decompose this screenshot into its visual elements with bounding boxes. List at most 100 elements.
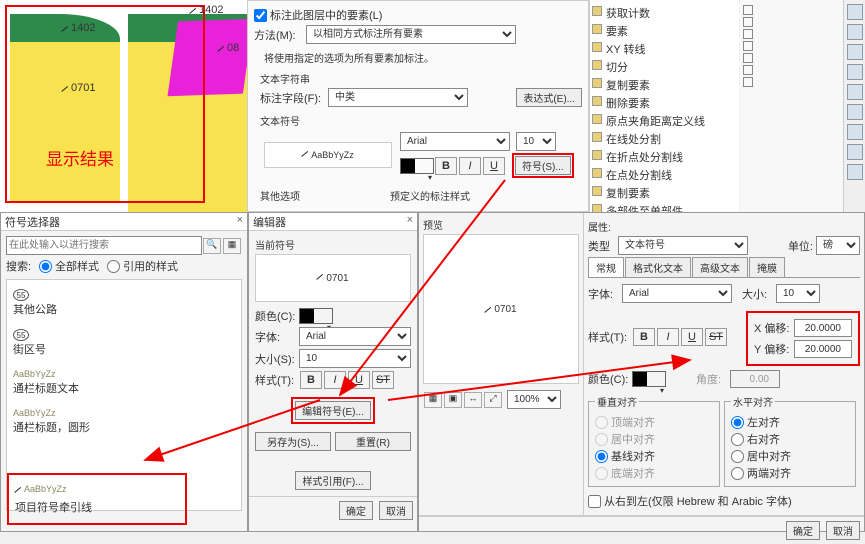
style-thumb: AaBbYyZz <box>13 408 56 418</box>
tree-item[interactable]: 在点处分割线 <box>592 166 737 184</box>
bold-button[interactable]: B <box>435 157 457 175</box>
halign-header: 水平对齐 <box>731 394 775 409</box>
style-thumb: 55 <box>13 289 29 301</box>
font-select[interactable]: Arial <box>299 327 411 346</box>
tree-item[interactable]: XY 转线 <box>592 40 737 58</box>
style-thumb: AaBbYyZz <box>13 369 56 379</box>
cancel-button[interactable]: 取消 <box>379 501 413 520</box>
cancel-button[interactable]: 取消 <box>826 521 860 540</box>
current-symbol-panel: 编辑器× 当前符号 0701 颜色(C):▾ 字体:Arial 大小(S):10… <box>248 212 418 532</box>
y-offset-input[interactable] <box>794 340 852 358</box>
method-select[interactable]: 以相同方式标注所有要素 <box>306 25 516 44</box>
underline-button[interactable]: U <box>483 157 505 175</box>
tab-general[interactable]: 常规 <box>588 257 624 277</box>
tree-item[interactable]: 在折点处分割线 <box>592 148 737 166</box>
reset-button[interactable]: 重置(R) <box>335 432 411 451</box>
sample-text: AaBbYyZz <box>311 150 354 160</box>
tree-item[interactable]: 删除要素 <box>592 94 737 112</box>
preview-header: 预览 <box>423 217 579 232</box>
halign-right[interactable] <box>731 433 744 446</box>
symbol-button[interactable]: 符号(S)... <box>515 156 571 175</box>
type-select[interactable]: 文本符号 <box>618 236 748 255</box>
tool-tree: 获取计数 要素 XY 转线 切分 复制要素 删除要素 原点夹角距离定义线 在线处… <box>589 0 739 212</box>
result-highlight <box>5 5 205 203</box>
color-swatch[interactable]: ▾ <box>299 308 333 324</box>
map-label: 1402 <box>190 4 223 16</box>
view-icon[interactable]: ▦ <box>223 238 241 254</box>
preview-tool[interactable]: ⤢ <box>484 392 502 408</box>
size-select[interactable]: 10 <box>516 132 556 151</box>
other-options-header: 其他选项 <box>260 188 390 203</box>
rtl-label: 从右到左(仅限 Hebrew 和 Arabic 字体) <box>604 493 792 509</box>
search-icon[interactable]: 🔍 <box>203 238 221 254</box>
font-select[interactable]: Arial <box>400 132 510 151</box>
bold-button[interactable]: B <box>300 371 322 389</box>
tree-item[interactable]: 切分 <box>592 58 737 76</box>
tree-item[interactable]: 要素 <box>592 22 737 40</box>
tab-format[interactable]: 格式化文本 <box>625 257 691 277</box>
color-swatch[interactable]: ▾ <box>632 371 666 387</box>
valign-header: 垂直对齐 <box>595 394 639 409</box>
strike-button[interactable]: ST <box>372 371 394 389</box>
halign-center[interactable] <box>731 450 744 463</box>
label-layer-text: 标注此图层中的要素(L) <box>270 7 382 23</box>
map-label: 0701 <box>62 82 95 94</box>
ok-button[interactable]: 确定 <box>786 521 820 540</box>
tree-item[interactable]: 原点夹角距离定义线 <box>592 112 737 130</box>
italic-button[interactable]: I <box>324 371 346 389</box>
preview-tool[interactable]: ↔ <box>464 392 482 408</box>
label-field-select[interactable]: 中类 <box>328 88 468 107</box>
panel-title: 编辑器 <box>253 214 286 229</box>
size-select[interactable]: 10 <box>299 349 411 368</box>
font-label: 字体: <box>588 286 622 302</box>
valign-base[interactable] <box>595 450 608 463</box>
tree-item[interactable]: 复制要素 <box>592 76 737 94</box>
edit-symbol-button[interactable]: 编辑符号(E)... <box>295 401 371 420</box>
valign-bot <box>595 467 608 480</box>
style-name: 街区号 <box>13 341 235 357</box>
tree-item[interactable]: 复制要素 <box>592 184 737 202</box>
underline-button[interactable]: U <box>681 328 703 346</box>
underline-button[interactable]: U <box>348 371 370 389</box>
label-layer-checkbox[interactable] <box>254 9 267 22</box>
color-swatch[interactable]: ▾ <box>400 158 434 174</box>
ok-button[interactable]: 确定 <box>339 501 373 520</box>
x-offset-input[interactable] <box>794 319 852 337</box>
close-icon[interactable]: × <box>237 214 243 229</box>
valign-mid <box>595 433 608 446</box>
preview-tool[interactable]: ▣ <box>444 392 462 408</box>
rtl-checkbox[interactable] <box>588 495 601 508</box>
italic-button[interactable]: I <box>459 157 481 175</box>
toolbar-vertical <box>843 0 865 212</box>
search-input[interactable] <box>6 236 202 255</box>
halign-justify[interactable] <box>731 467 744 480</box>
font-label: 字体: <box>255 329 299 345</box>
all-styles-radio[interactable] <box>39 260 52 273</box>
close-icon[interactable]: × <box>407 214 413 229</box>
strike-button[interactable]: ST <box>705 328 727 346</box>
tree-item[interactable]: 在线处分割 <box>592 130 737 148</box>
map-canvas: 1402 1402 08 0701 显示结果 <box>0 0 247 212</box>
tree-item[interactable]: 获取计数 <box>592 4 737 22</box>
font-select[interactable]: Arial <box>622 284 732 303</box>
label-field-label: 标注字段(F): <box>260 90 328 106</box>
italic-button[interactable]: I <box>657 328 679 346</box>
map-label: 08 <box>218 42 239 54</box>
ref-styles-radio[interactable] <box>107 260 120 273</box>
tab-mask[interactable]: 掩膜 <box>749 257 785 277</box>
angle-input <box>730 370 780 388</box>
bold-button[interactable]: B <box>633 328 655 346</box>
save-as-button[interactable]: 另存为(S)... <box>255 432 331 451</box>
expression-button[interactable]: 表达式(E)... <box>516 88 582 107</box>
style-ref-button[interactable]: 样式引用(F)... <box>295 471 370 490</box>
labeling-panel: 标注此图层中的要素(L) 方法(M):以相同方式标注所有要素 将使用指定的选项为… <box>247 0 589 212</box>
style-name: 通栏标题文本 <box>13 380 235 396</box>
preview-tool[interactable]: ▦ <box>424 392 442 408</box>
unit-select[interactable]: 磅 <box>816 236 860 255</box>
search-label: 搜索: <box>6 258 31 274</box>
halign-left[interactable] <box>731 416 744 429</box>
zoom-select[interactable]: 100% <box>507 390 561 409</box>
size-select[interactable]: 10 <box>776 284 820 303</box>
current-symbol-label: 当前符号 <box>255 237 411 252</box>
tab-advanced[interactable]: 高级文本 <box>692 257 748 277</box>
